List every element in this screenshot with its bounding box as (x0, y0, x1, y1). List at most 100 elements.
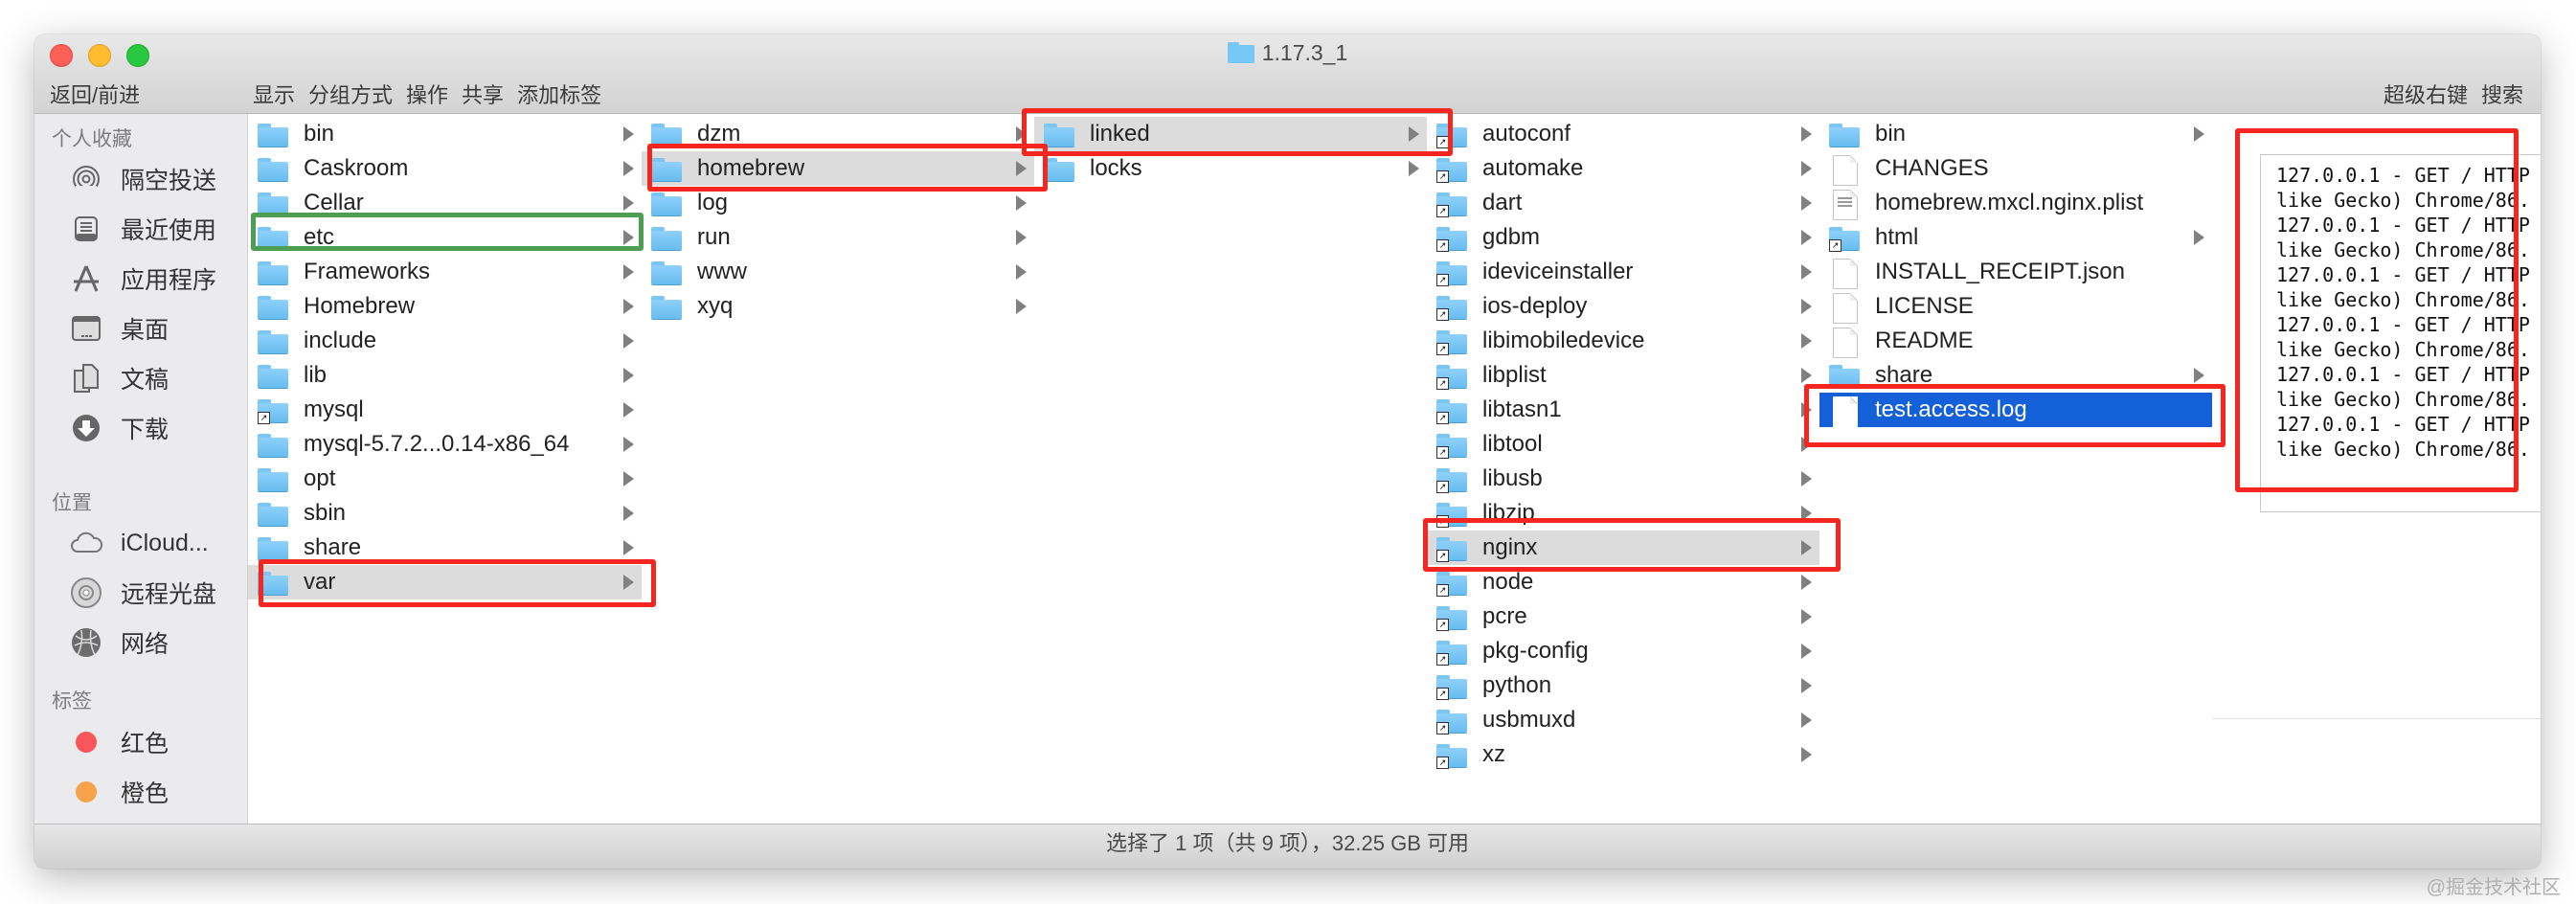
toolbar-button[interactable]: 共享 (462, 83, 504, 107)
list-item[interactable]: log (642, 186, 1034, 220)
list-item[interactable]: run (642, 220, 1034, 255)
sidebar-item-desktop[interactable]: 桌面 (34, 309, 247, 348)
list-item[interactable]: opt (248, 462, 642, 496)
chevron-right-icon (1801, 195, 1812, 211)
list-item[interactable]: ↗ libimobiledevice (1427, 324, 1819, 358)
back-forward-button[interactable]: 返回/前进 (50, 83, 140, 107)
list-item[interactable]: include (248, 324, 642, 358)
sidebar-item-remote-disc[interactable]: 远程光盘 (34, 574, 247, 612)
list-item[interactable]: sbin (248, 496, 642, 531)
toolbar-button[interactable]: 操作 (406, 83, 448, 107)
list-item[interactable]: ↗ usbmuxd (1427, 703, 1819, 737)
list-item[interactable]: CHANGES (1819, 151, 2212, 186)
list-item[interactable]: lib (248, 358, 642, 393)
item-name: bin (1875, 121, 1907, 147)
list-item[interactable]: ↗ libtasn1 (1427, 393, 1819, 427)
toolbar-button[interactable]: 显示 (253, 83, 295, 107)
folder-icon: ↗ (1436, 707, 1469, 734)
sidebar-item-applications[interactable]: 应用程序 (34, 260, 247, 298)
folder-icon: ↗ (1436, 534, 1469, 562)
list-item[interactable]: ↗ node (1427, 565, 1819, 599)
list-item[interactable]: ↗ ideviceinstaller (1427, 255, 1819, 289)
list-item[interactable]: ↗ libzip (1427, 496, 1819, 531)
list-item[interactable]: Cellar (248, 186, 642, 220)
list-item[interactable]: bin (248, 117, 642, 151)
item-name: node (1482, 569, 1534, 595)
list-item[interactable]: ↗ dart (1427, 186, 1819, 220)
column-5[interactable]: bin CHANGES homebrew.mxcl.nginx.plist ↗ html… (1819, 114, 2213, 824)
sidebar-item-airdrop[interactable]: 隔空投送 (34, 160, 247, 198)
sidebar-item-downloads[interactable]: 下载 (34, 409, 247, 447)
list-item[interactable]: mysql-5.7.2...0.14-x86_64 (248, 427, 642, 462)
column-2[interactable]: dzm homebrew log run www xyq (642, 114, 1035, 824)
alias-arrow-icon: ↗ (1436, 653, 1449, 666)
list-item[interactable]: Frameworks (248, 255, 642, 289)
list-item[interactable]: ↗ ios-deploy (1427, 289, 1819, 324)
sidebar-item-recents[interactable]: 最近使用 (34, 210, 247, 248)
list-item[interactable]: ↗ pcre (1427, 599, 1819, 634)
document-icon (1829, 259, 1862, 289)
item-name: linked (1090, 121, 1150, 147)
folder-icon: ↗ (1436, 638, 1469, 666)
alias-arrow-icon: ↗ (1436, 239, 1449, 252)
toolbar-button[interactable]: 超级右键 (2384, 83, 2468, 107)
chevron-right-icon (623, 264, 634, 280)
list-item[interactable]: var (248, 565, 642, 599)
folder-icon (651, 190, 684, 216)
list-item[interactable]: ↗ automake (1427, 151, 1819, 186)
column-4[interactable]: ↗ autoconf ↗ automake ↗ dart ↗ gdbm ↗ ideviceinst… (1427, 114, 1820, 824)
alias-arrow-icon: ↗ (1436, 343, 1449, 355)
list-item[interactable]: ↗ mysql (248, 393, 642, 427)
chevron-right-icon (1016, 126, 1027, 142)
column-1[interactable]: bin Caskroom Cellar etc Frameworks Homebrew in… (248, 114, 643, 824)
list-item[interactable]: ↗ libusb (1427, 462, 1819, 496)
list-item[interactable]: ↗ libtool (1427, 427, 1819, 462)
desktop-icon (67, 312, 105, 345)
folder-icon (651, 121, 684, 147)
list-item[interactable]: www (642, 255, 1034, 289)
list-item[interactable]: ↗ xz (1427, 737, 1819, 772)
sidebar-header-favorites: 个人收藏 (52, 128, 132, 150)
chevron-right-icon (1016, 299, 1027, 314)
list-item[interactable]: homebrew.mxcl.nginx.plist (1819, 186, 2212, 220)
sidebar-item-documents[interactable]: 文稿 (34, 359, 247, 397)
toolbar-button[interactable]: 分组方式 (308, 83, 393, 107)
list-item[interactable]: linked (1034, 117, 1427, 151)
toolbar-button[interactable]: 搜索 (2481, 83, 2523, 107)
list-item[interactable]: dzm (642, 117, 1034, 151)
list-item[interactable]: locks (1034, 151, 1427, 186)
list-item[interactable]: ↗ html (1819, 220, 2212, 255)
folder-icon: ↗ (1436, 500, 1469, 528)
alias-arrow-icon: ↗ (1436, 274, 1449, 286)
list-item[interactable]: homebrew (642, 151, 1034, 186)
list-item[interactable]: ↗ libplist (1427, 358, 1819, 393)
list-item[interactable]: INSTALL_RECEIPT.json (1819, 255, 2212, 289)
list-item[interactable]: ↗ python (1427, 668, 1819, 703)
toolbar-button[interactable]: 添加标签 (517, 83, 601, 107)
list-item[interactable]: README (1819, 324, 2212, 358)
column-3[interactable]: linked locks (1034, 114, 1428, 824)
sidebar-tag[interactable]: 橙色 (34, 773, 247, 811)
list-item[interactable]: LICENSE (1819, 289, 2212, 324)
list-item[interactable]: xyq (642, 289, 1034, 324)
item-name: lib (304, 362, 328, 388)
sidebar-item-icloud[interactable]: iCloud... (34, 524, 247, 562)
sidebar: 个人收藏 位置 标签 隔空投送 最近使用 应用程序 桌面 文稿 下载 iCloud... 远程… (34, 114, 248, 824)
list-item[interactable]: ↗ nginx (1427, 531, 1819, 565)
list-item[interactable]: share (1819, 358, 2212, 393)
document-icon (1829, 396, 1862, 427)
status-text: 选择了 1 项（共 9 项），32.25 GB 可用 (1106, 831, 1469, 855)
list-item[interactable]: test.access.log (1819, 393, 2212, 427)
list-item[interactable]: ↗ pkg-config (1427, 634, 1819, 668)
sidebar-tag[interactable]: 红色 (34, 723, 247, 761)
list-item[interactable]: Homebrew (248, 289, 642, 324)
item-name: libimobiledevice (1482, 328, 1645, 353)
list-item[interactable]: Caskroom (248, 151, 642, 186)
list-item[interactable]: share (248, 531, 642, 565)
list-item[interactable]: ↗ autoconf (1427, 117, 1819, 151)
sidebar-item-network[interactable]: 网络 (34, 623, 247, 662)
folder-icon: ↗ (1436, 396, 1469, 424)
list-item[interactable]: ↗ gdbm (1427, 220, 1819, 255)
list-item[interactable]: bin (1819, 117, 2212, 151)
list-item[interactable]: etc (248, 220, 642, 255)
